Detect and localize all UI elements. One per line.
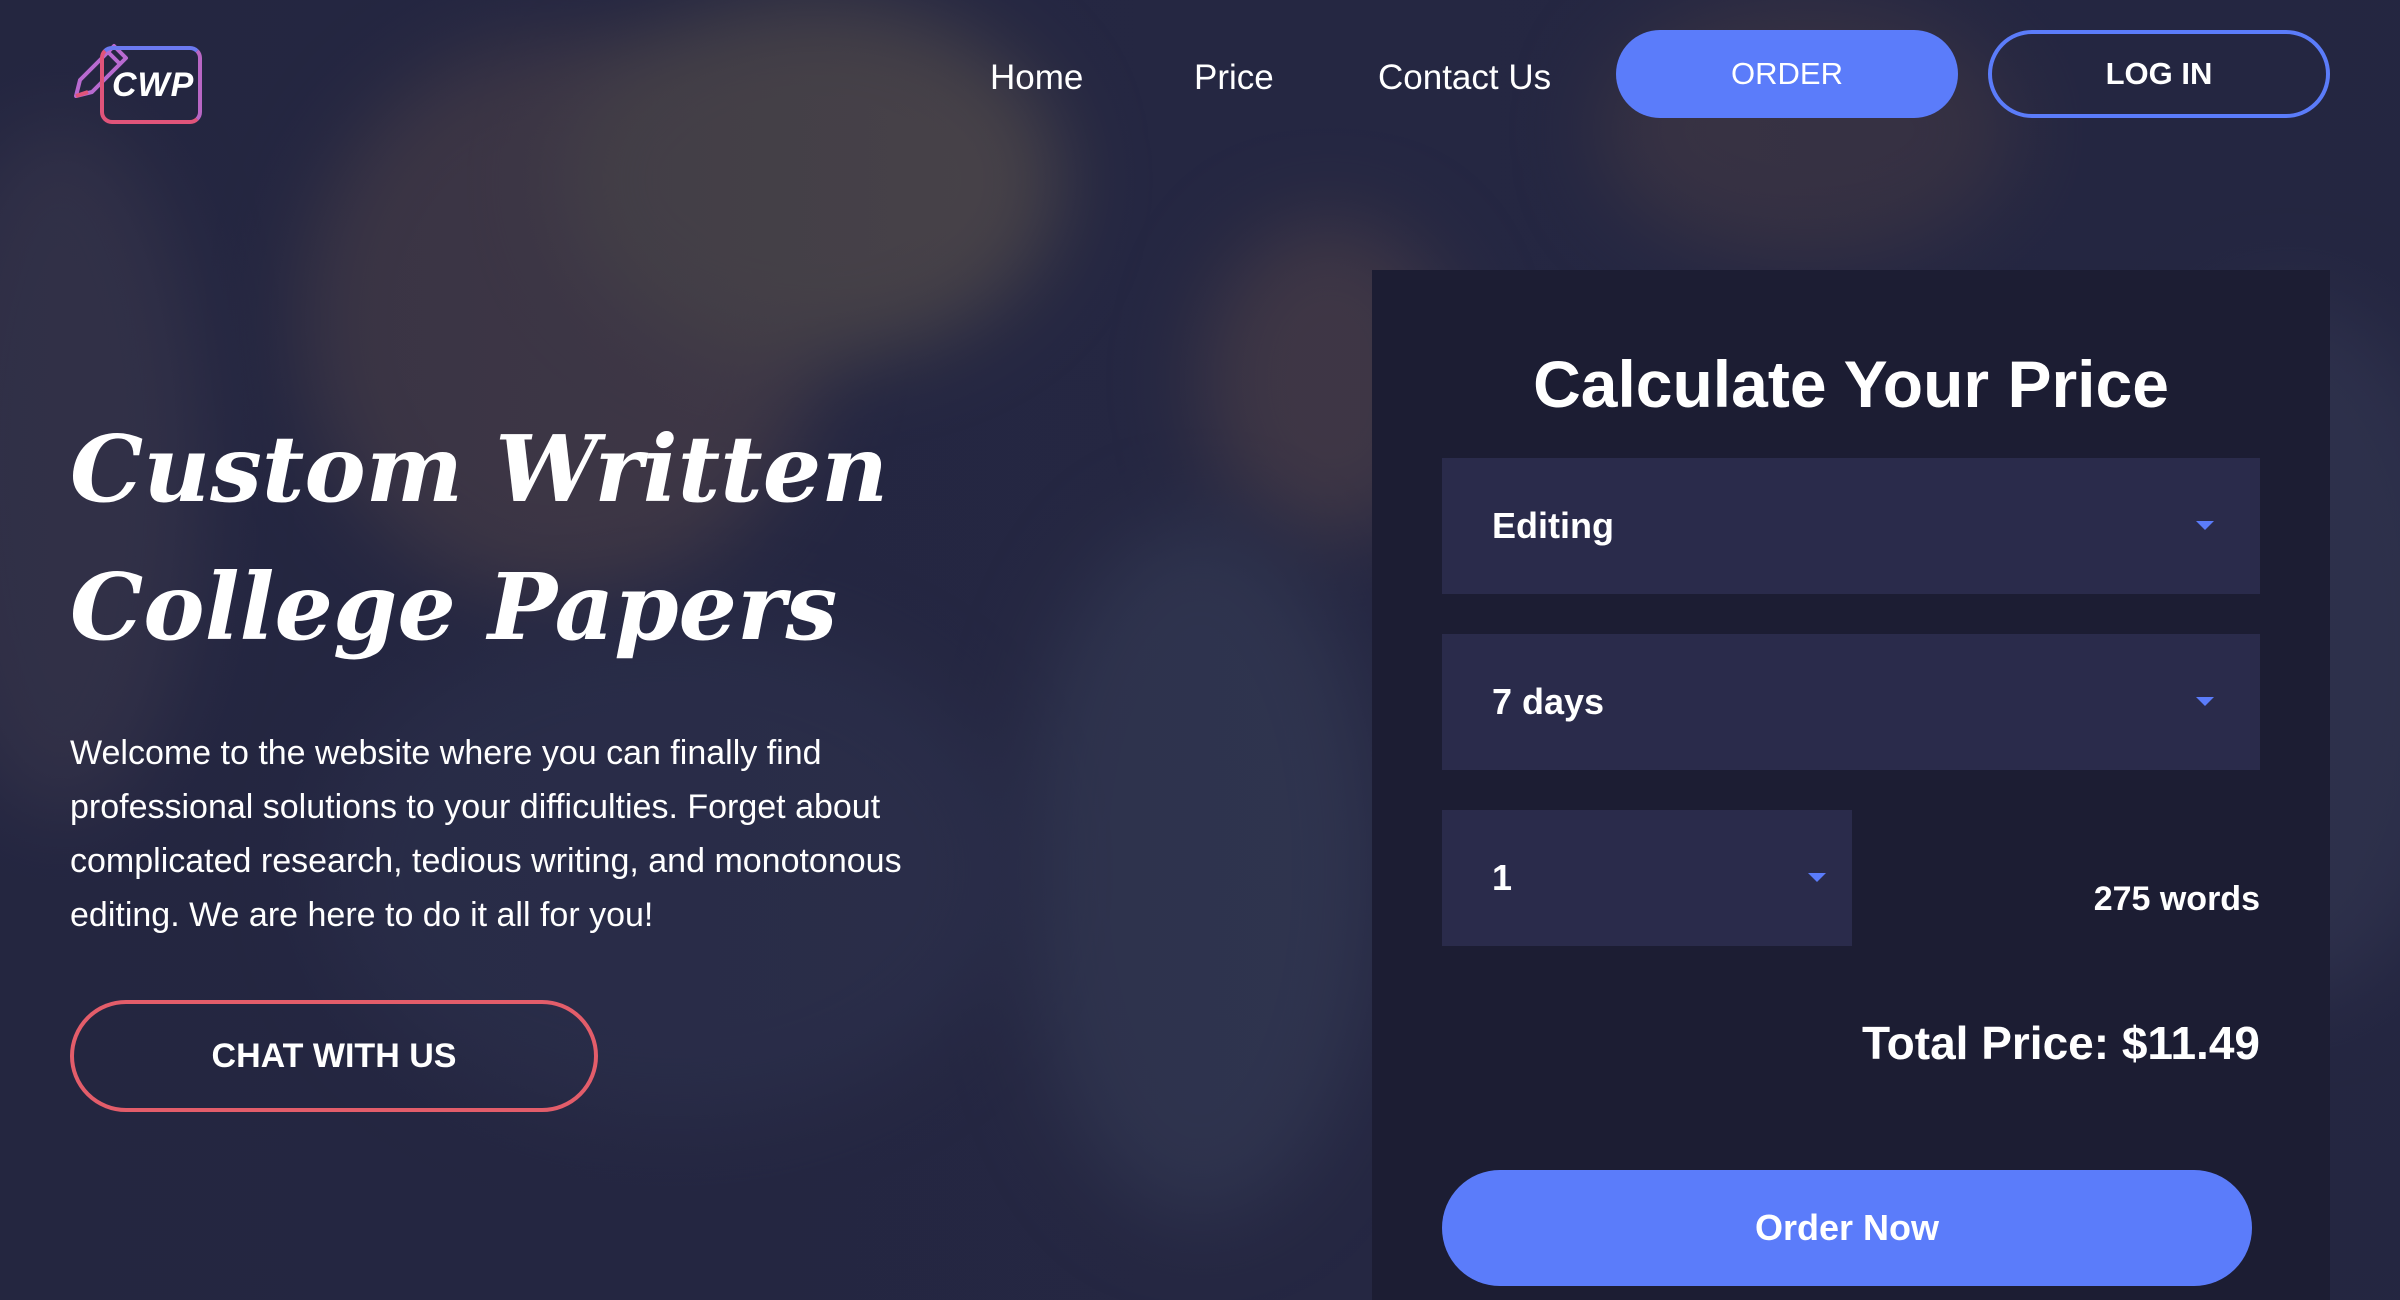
nav-link-contact[interactable]: Contact Us: [1378, 58, 1551, 98]
total-price: Total Price: $11.49: [1861, 1017, 2260, 1069]
calculator-title: Calculate Your Price: [1533, 347, 2169, 421]
deadline-select[interactable]: 7 days: [1442, 634, 2260, 770]
chat-with-us-button[interactable]: CHAT WITH US: [70, 1000, 598, 1112]
service-select[interactable]: Editing: [1442, 458, 2260, 594]
order-now-button[interactable]: Order Now: [1442, 1170, 2252, 1286]
nav-link-home[interactable]: Home: [990, 58, 1083, 98]
chevron-down-icon: [2196, 521, 2214, 530]
pages-select-value: 1: [1492, 857, 1513, 898]
site-logo[interactable]: CWP: [68, 34, 204, 126]
chevron-down-icon: [2196, 697, 2214, 706]
hero-title-line-2: College Papers: [70, 553, 838, 661]
service-select-value: Editing: [1492, 505, 1614, 546]
hero-description: Welcome to the website where you can fin…: [70, 734, 902, 934]
order-button[interactable]: ORDER: [1616, 30, 1958, 118]
page: CWP Home Price Contact Us ORDER LOG IN C…: [0, 0, 2400, 1300]
logo-text: CWP: [112, 66, 195, 104]
pages-select[interactable]: 1: [1442, 810, 1852, 946]
price-calculator: Calculate Your Price Editing 7 days 1 27…: [1372, 270, 2330, 1300]
word-count: 275 words: [2093, 880, 2260, 918]
chevron-down-icon: [1808, 873, 1826, 882]
hero-title: Custom Written College Papers: [70, 400, 890, 676]
nav-link-price[interactable]: Price: [1194, 58, 1274, 98]
hero-title-line-1: Custom Written: [70, 415, 889, 523]
deadline-select-value: 7 days: [1492, 681, 1605, 722]
login-button[interactable]: LOG IN: [1988, 30, 2330, 118]
